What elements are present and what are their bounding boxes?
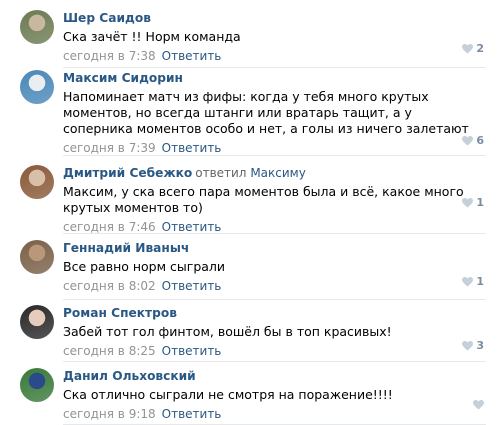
comment-time[interactable]: сегодня в 9:18 <box>63 407 156 421</box>
avatar[interactable] <box>20 10 54 44</box>
comment-text: Напоминает матч из фифы: когда у тебя мн… <box>63 89 469 136</box>
author-name[interactable]: Максим Сидорин <box>63 71 183 85</box>
comment-text: Ска отлично сыграли не смотря на поражен… <box>63 387 393 402</box>
comment-text: Ска зачёт !! Норм команда <box>63 29 241 44</box>
reply-button[interactable]: Ответить <box>162 141 222 155</box>
comment-meta: сегодня в 9:18 Ответить <box>63 406 484 422</box>
comment-time[interactable]: сегодня в 7:38 <box>63 49 156 63</box>
heart-icon <box>462 197 474 208</box>
comment-body: Шер Саидов Ска зачёт !! Норм команда сег… <box>63 10 484 64</box>
author-name[interactable]: Геннадий Иваныч <box>63 241 189 255</box>
like-count: 3 <box>476 339 484 352</box>
heart-icon <box>473 400 484 410</box>
comment-meta: сегодня в 7:38 Ответить <box>63 48 484 64</box>
like-button[interactable]: 3 <box>462 339 484 352</box>
reply-button[interactable]: Ответить <box>162 49 222 63</box>
author-line: Дмитрий Себежко ответил Максиму <box>63 165 484 181</box>
comment-body: Роман Спектров Забей тот гол финтом, вош… <box>63 305 484 359</box>
author-name[interactable]: Роман Спектров <box>63 306 177 320</box>
comment-divider <box>63 155 486 156</box>
author-line: Максим Сидорин <box>63 70 484 86</box>
comment-body: Максим Сидорин Напоминает матч из фифы: … <box>63 70 484 156</box>
avatar[interactable] <box>20 70 54 104</box>
comment-body: Дмитрий Себежко ответил Максиму Максим, у… <box>63 165 484 235</box>
comment-divider <box>63 67 486 68</box>
comment-text: Забей тот гол финтом, вошёл бы в топ кра… <box>63 324 392 339</box>
heart-icon <box>462 340 474 351</box>
comment-time[interactable]: сегодня в 8:02 <box>63 279 156 293</box>
like-button[interactable]: 1 <box>462 196 484 209</box>
like-count: 1 <box>476 196 484 209</box>
avatar[interactable] <box>20 305 54 339</box>
comment-item: Роман Спектров Забей тот гол финтом, вош… <box>0 305 498 362</box>
author-line: Геннадий Иваныч <box>63 240 484 256</box>
comment-divider <box>63 233 486 234</box>
comment-text: Все равно норм сыграли <box>63 259 226 274</box>
comment-body: Данил Ольховский Ска отлично сыграли не … <box>63 368 484 422</box>
author-line: Роман Спектров <box>63 305 484 321</box>
avatar[interactable] <box>20 368 54 402</box>
reply-to-link[interactable]: Максиму <box>250 166 306 180</box>
comments-list: Шер Саидов Ска зачёт !! Норм команда сег… <box>0 0 498 425</box>
avatar[interactable] <box>20 165 54 199</box>
comment-item: Максим Сидорин Напоминает матч из фифы: … <box>0 70 498 156</box>
like-button[interactable]: 1 <box>462 275 484 288</box>
comment-divider <box>63 299 486 300</box>
comment-time[interactable]: сегодня в 7:46 <box>63 220 156 234</box>
comment-item: Геннадий Иваныч Все равно норм сыграли с… <box>0 240 498 300</box>
like-button[interactable] <box>473 400 484 410</box>
reply-button[interactable]: Ответить <box>162 407 222 421</box>
comment-meta: сегодня в 8:02 Ответить <box>63 278 484 294</box>
like-count: 6 <box>476 134 484 147</box>
reply-button[interactable]: Ответить <box>162 344 222 358</box>
heart-icon <box>462 276 474 287</box>
like-button[interactable]: 6 <box>462 134 484 147</box>
comment-divider <box>63 361 486 362</box>
like-count: 2 <box>476 42 484 55</box>
author-line: Данил Ольховский <box>63 368 484 384</box>
reply-button[interactable]: Ответить <box>162 220 222 234</box>
comment-meta: сегодня в 8:25 Ответить <box>63 343 484 359</box>
comment-time[interactable]: сегодня в 8:25 <box>63 344 156 358</box>
author-name[interactable]: Шер Саидов <box>63 11 151 25</box>
heart-icon <box>462 135 474 146</box>
heart-icon <box>462 43 474 54</box>
comment-item: Данил Ольховский Ска отлично сыграли не … <box>0 368 498 425</box>
comment-item: Шер Саидов Ска зачёт !! Норм команда сег… <box>0 10 498 68</box>
author-name[interactable]: Данил Ольховский <box>63 369 196 383</box>
reply-button[interactable]: Ответить <box>162 279 222 293</box>
comment-body: Геннадий Иваныч Все равно норм сыграли с… <box>63 240 484 294</box>
comment-time[interactable]: сегодня в 7:39 <box>63 141 156 155</box>
comment-text: Максим, у ска всего пара моментов была и… <box>63 184 464 215</box>
reply-to-text: ответил Максиму <box>195 166 306 180</box>
like-button[interactable]: 2 <box>462 42 484 55</box>
like-count: 1 <box>476 275 484 288</box>
avatar[interactable] <box>20 240 54 274</box>
author-line: Шер Саидов <box>63 10 484 26</box>
comment-item: Дмитрий Себежко ответил Максиму Максим, у… <box>0 165 498 234</box>
comment-meta: сегодня в 7:39 Ответить <box>63 140 484 156</box>
author-name[interactable]: Дмитрий Себежко <box>63 166 192 180</box>
